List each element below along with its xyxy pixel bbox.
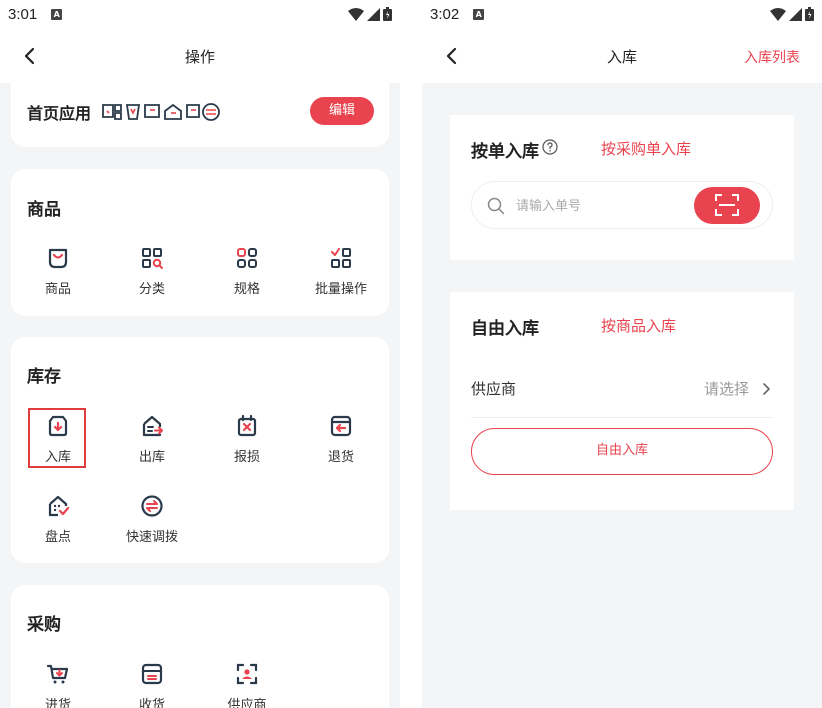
battery-icon [805, 7, 814, 21]
outbound-icon [142, 415, 163, 437]
status-bar: 3:02 A [422, 0, 822, 29]
supplier-icon [236, 663, 258, 685]
grid-item-label: 快速调拨 [125, 530, 178, 545]
order-search-box [471, 181, 773, 229]
edit-button[interactable]: 编辑 [310, 97, 374, 125]
order-inbound-card: 按单入库 按采购单入库 [450, 115, 794, 260]
grid-item-spec[interactable]: 规格 [200, 246, 294, 297]
system-icons [348, 7, 392, 21]
grid-item-label: 出库 [138, 450, 165, 465]
goods-card: 商品 商品 分类 规格 批量操作 [11, 169, 389, 316]
home-apps-title: 首页应用 [27, 104, 92, 123]
supplier-row[interactable]: 供应商 请选择 [471, 378, 773, 418]
inbound-list-link[interactable]: 入库列表 [744, 47, 800, 67]
cart-icon [46, 664, 69, 684]
grid-item-purchase-in[interactable]: 进货 [11, 662, 105, 708]
free-inbound-button[interactable]: 自由入库 [471, 428, 773, 475]
back-arrow-icon[interactable] [442, 46, 462, 66]
purchase-card: 采购 进货 收货 供应商 [11, 585, 389, 708]
grid-item-label: 入库 [44, 450, 71, 465]
scan-icon [715, 194, 739, 216]
grid-item-transfer[interactable]: 快速调拨 [105, 494, 199, 545]
grid-item-category[interactable]: 分类 [105, 246, 199, 297]
signal-icon [789, 7, 802, 21]
grid-item-return[interactable]: 退货 [294, 414, 388, 465]
order-number-input[interactable] [516, 195, 676, 217]
signal-icon [367, 7, 380, 21]
by-purchase-order-link[interactable]: 按采购单入库 [601, 138, 691, 159]
return-icon [330, 415, 352, 437]
back-arrow-icon[interactable] [20, 46, 40, 66]
grid-item-inbound[interactable]: 入库 [11, 414, 105, 465]
grid-item-inventory-check[interactable]: 盘点 [11, 494, 105, 545]
supplier-label: 供应商 [471, 380, 517, 398]
home-apps-preview-icons [102, 103, 220, 121]
status-time: 3:01 [8, 6, 38, 23]
help-icon[interactable] [542, 139, 558, 155]
spec-icon [237, 248, 257, 268]
page-title: 入库 [606, 47, 637, 66]
inbound-icon [48, 415, 68, 437]
nav-bar: 入库 入库列表 [422, 29, 822, 83]
order-inbound-title: 按单入库 [471, 142, 539, 162]
grid-item-label: 分类 [138, 282, 165, 297]
bag-icon [48, 248, 68, 269]
grid-item-label: 报损 [233, 450, 260, 465]
goods-section-title: 商品 [27, 200, 61, 220]
grid-item-label: 商品 [44, 282, 71, 297]
search-icon [487, 197, 505, 215]
nav-bar: 操作 [0, 29, 400, 83]
category-icon [142, 248, 163, 269]
battery-icon [383, 7, 392, 21]
grid-item-receive[interactable]: 收货 [105, 662, 199, 708]
grid-item-label: 盘点 [44, 530, 71, 545]
transfer-icon [141, 495, 163, 517]
purchase-section-title: 采购 [27, 615, 61, 635]
chevron-right-icon [763, 383, 770, 395]
sim-icon: A [473, 9, 485, 20]
page-title: 操作 [184, 47, 215, 66]
grid-item-label: 收货 [138, 698, 165, 708]
wifi-icon [770, 7, 786, 21]
receive-icon [141, 663, 163, 685]
wifi-icon [348, 7, 364, 21]
status-time: 3:02 [430, 6, 460, 23]
inbound-screen: 3:02 A 入库 入库列表 按单入库 按采购单入库 自由入库 按商品入库 供应… [422, 0, 822, 708]
grid-item-label: 规格 [233, 282, 260, 297]
system-icons [770, 7, 814, 21]
status-bar: 3:01 A [0, 0, 400, 29]
grid-item-label: 进货 [44, 698, 71, 708]
grid-item-supplier[interactable]: 供应商 [200, 662, 294, 708]
free-inbound-title: 自由入库 [471, 319, 539, 339]
scan-button[interactable] [694, 187, 760, 224]
inventory-check-icon [48, 495, 70, 517]
stock-section-title: 库存 [27, 367, 61, 387]
grid-item-label: 批量操作 [314, 282, 367, 297]
supplier-value: 请选择 [703, 380, 749, 398]
grid-item-outbound[interactable]: 出库 [105, 414, 199, 465]
grid-item-label: 供应商 [227, 698, 267, 708]
grid-item-batch[interactable]: 批量操作 [294, 246, 388, 297]
stock-card: 库存 入库 出库 报损 退货 盘点 快速调拨 [11, 337, 389, 563]
home-apps-card: 首页应用 编辑 [11, 83, 389, 147]
sim-icon: A [51, 9, 63, 20]
damage-icon [237, 414, 257, 437]
grid-item-goods[interactable]: 商品 [11, 246, 105, 297]
grid-item-damage[interactable]: 报损 [200, 414, 294, 465]
by-goods-link[interactable]: 按商品入库 [601, 315, 676, 336]
operations-screen: 3:01 A 操作 首页应用 编辑 商品 商品 分类 规格 批量操作 库存 入库… [0, 0, 400, 708]
free-inbound-card: 自由入库 按商品入库 供应商 请选择 自由入库 [450, 292, 794, 510]
grid-item-label: 退货 [327, 450, 354, 465]
batch-icon [331, 248, 351, 268]
